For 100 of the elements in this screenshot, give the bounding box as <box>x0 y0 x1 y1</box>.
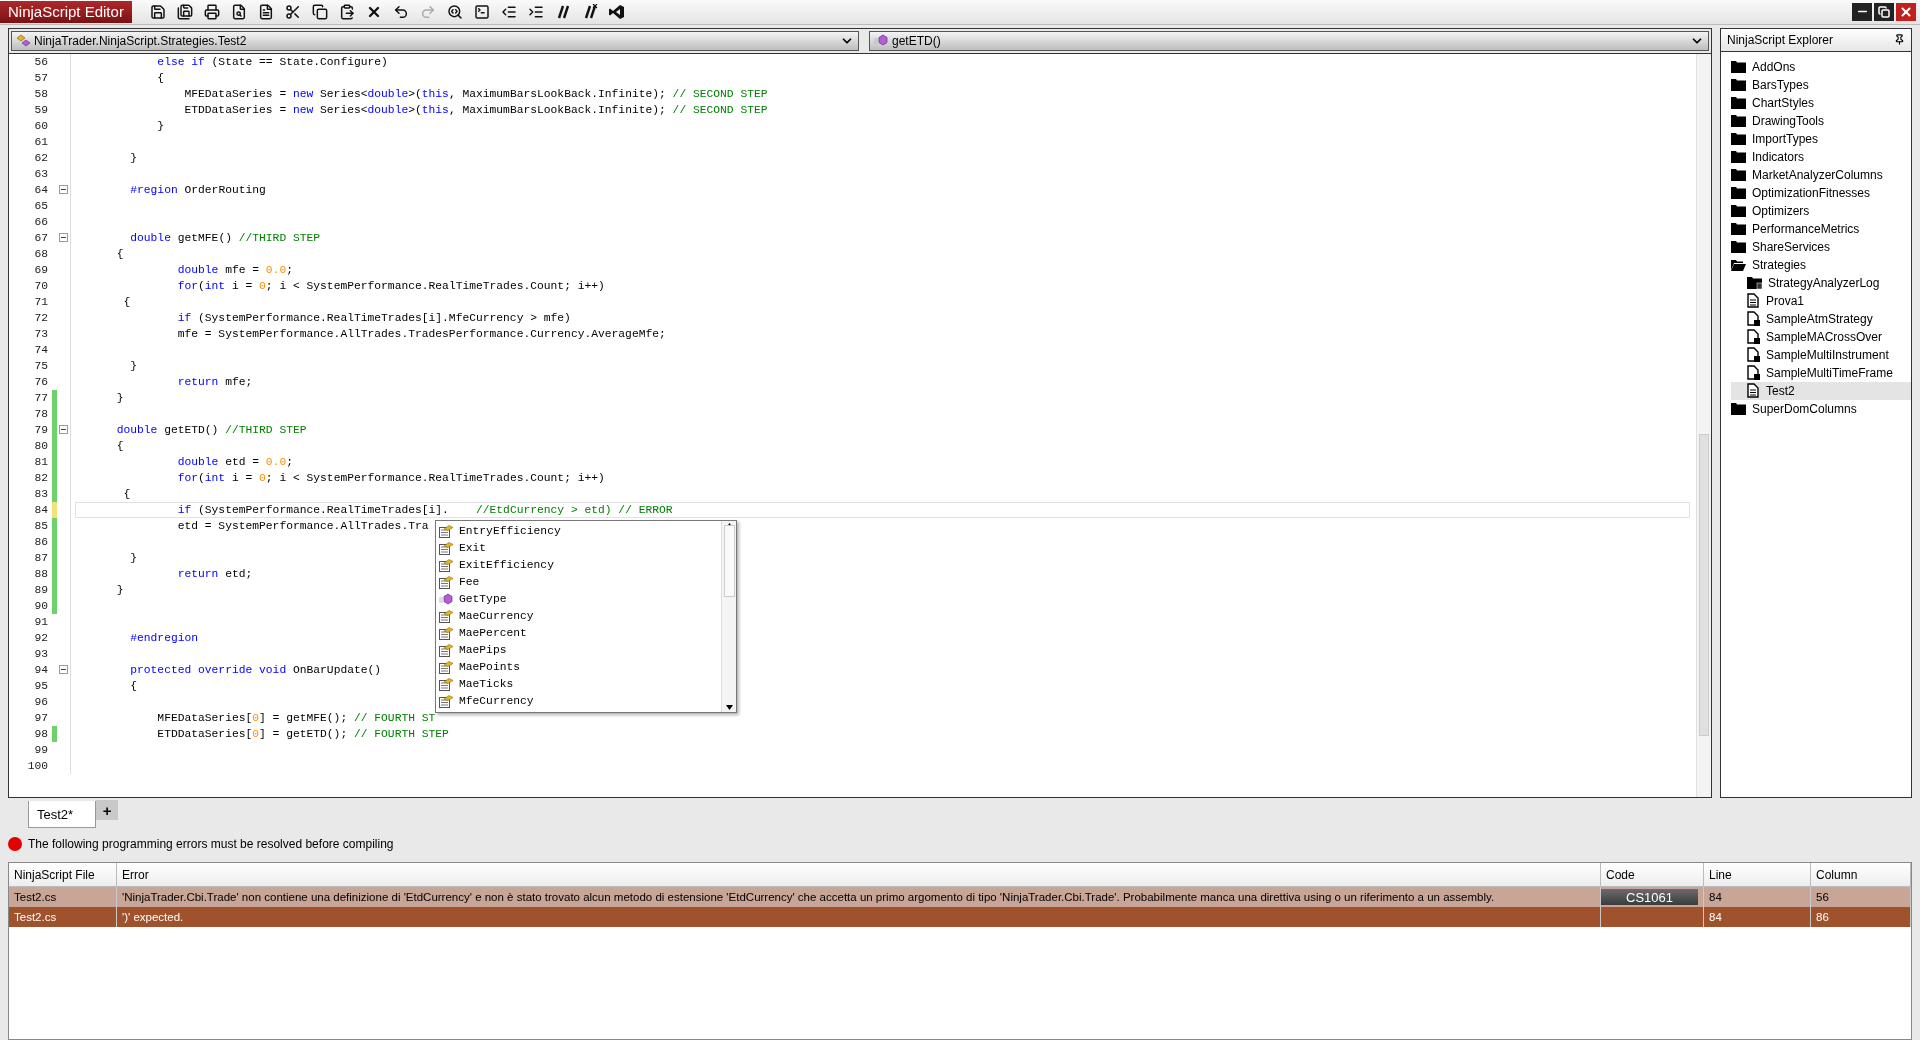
tree-item[interactable]: AddOns <box>1731 57 1911 76</box>
code-line: { <box>156 71 165 84</box>
save-icon <box>149 4 166 20</box>
code-line: else if (State == State.Configure) <box>156 55 388 68</box>
autocomplete-item[interactable]: Fee <box>436 573 721 591</box>
line-number: 86 <box>33 535 49 548</box>
property-icon <box>439 609 453 623</box>
line-number: 100 <box>26 759 49 772</box>
line-number: 58 <box>33 87 49 100</box>
tree-item[interactable]: ChartStyles <box>1731 93 1911 112</box>
code-line: double mfe = 0.0; <box>176 263 293 276</box>
autocomplete-item[interactable]: MaePips <box>436 641 721 659</box>
tree-item[interactable]: OptimizationFitnesses <box>1731 183 1911 202</box>
add-tab-button[interactable]: + <box>96 800 119 820</box>
outdent-icon <box>500 4 517 20</box>
tree-item[interactable]: SuperDomColumns <box>1731 399 1911 418</box>
scrollbar[interactable] <box>721 520 736 712</box>
property-icon <box>439 694 453 708</box>
code-line: { <box>115 247 124 260</box>
line-number: 69 <box>33 263 49 276</box>
undo-icon <box>392 4 409 20</box>
locked-document-icon <box>1747 329 1760 345</box>
tree-item[interactable]: MarketAnalyzerColumns <box>1731 165 1911 184</box>
minimize-button[interactable] <box>1852 3 1872 21</box>
folder-icon <box>1731 114 1746 127</box>
document-icon <box>1747 293 1760 309</box>
autocomplete-item[interactable]: MaePercent <box>436 624 721 642</box>
method-icon <box>874 34 888 48</box>
column-header[interactable]: Column <box>1811 863 1911 887</box>
property-icon <box>439 575 453 589</box>
line-number: 65 <box>33 199 49 212</box>
collapse-icon[interactable] <box>59 233 68 243</box>
autocomplete-item[interactable]: Exit <box>436 539 721 557</box>
collapse-icon[interactable] <box>59 425 68 435</box>
line-number: 77 <box>33 391 49 404</box>
table-cell: ')' expected. <box>117 907 1601 927</box>
code-line: #endregion <box>129 631 199 644</box>
scroll-down-icon[interactable] <box>725 704 733 710</box>
tree-item[interactable]: Strategies <box>1731 255 1911 274</box>
autocomplete-item[interactable]: MfeCurrency <box>436 692 721 710</box>
column-header[interactable]: NinjaScript File <box>9 863 117 887</box>
collapse-icon[interactable] <box>59 185 68 195</box>
tree-item[interactable]: SampleAtmStrategy <box>1731 309 1911 328</box>
code-line: #region OrderRouting <box>129 183 266 196</box>
line-number: 95 <box>33 679 49 692</box>
tree-item[interactable]: StrategyAnalyzerLog <box>1731 273 1911 292</box>
folder-icon <box>1731 186 1746 199</box>
line-number: 88 <box>33 567 49 580</box>
autocomplete-item[interactable]: EntryEfficiency <box>436 522 721 540</box>
tree-item[interactable]: SampleMultiInstrument <box>1731 345 1911 364</box>
tree-item[interactable]: Indicators <box>1731 147 1911 166</box>
column-header[interactable]: Line <box>1704 863 1811 887</box>
tree-item[interactable]: ImportTypes <box>1731 129 1911 148</box>
locked-document-icon <box>1747 311 1760 327</box>
member-dropdown[interactable]: getETD() <box>869 30 1709 51</box>
scrollbar[interactable] <box>1696 53 1711 797</box>
tree-item[interactable]: PerformanceMetrics <box>1731 219 1911 238</box>
error-code: CS1061 <box>1601 889 1698 905</box>
print-icon <box>203 4 220 20</box>
folder-icon <box>1731 240 1746 253</box>
close-icon <box>1899 5 1913 19</box>
line-number: 80 <box>33 439 49 452</box>
tree-item[interactable]: Prova1 <box>1731 291 1911 310</box>
line-number: 78 <box>33 407 49 420</box>
type-dropdown[interactable]: NinjaTrader.NinjaScript.Strategies.Test2 <box>11 30 859 51</box>
save-all-icon <box>176 4 193 20</box>
error-row[interactable] <box>9 887 1911 907</box>
tree-item[interactable]: Optimizers <box>1731 201 1911 220</box>
tree-item[interactable]: ShareServices <box>1731 237 1911 256</box>
tree-item[interactable]: Test2 <box>1731 381 1911 400</box>
line-number: 64 <box>33 183 49 196</box>
error-row[interactable]: Test2.cs ')' expected. 84 86 <box>9 907 1911 927</box>
pin-icon[interactable] <box>1894 34 1905 46</box>
close-button[interactable] <box>1896 3 1916 21</box>
locked-document-icon <box>1747 365 1760 381</box>
folder-icon <box>1731 168 1746 181</box>
property-icon <box>439 660 453 674</box>
paste-icon <box>338 4 355 20</box>
autocomplete-item[interactable]: MaeCurrency <box>436 607 721 625</box>
code-line: ETDDataSeries[0] = getETD(); // FOURTH STEP <box>156 727 449 740</box>
autocomplete-item[interactable]: MaePoints <box>436 658 721 676</box>
tree-item[interactable]: SampleMACrossOver <box>1731 327 1911 346</box>
collapse-icon[interactable] <box>59 665 68 675</box>
line-number: 82 <box>33 471 49 484</box>
tree-item[interactable]: BarsTypes <box>1731 75 1911 94</box>
file-tab[interactable]: Test2* <box>28 801 97 828</box>
line-number: 63 <box>33 167 49 180</box>
tree-item[interactable]: SampleMultiTimeFrame <box>1731 363 1911 382</box>
restore-button[interactable] <box>1874 3 1894 21</box>
line-number: 87 <box>33 551 49 564</box>
tree-item[interactable]: DrawingTools <box>1731 111 1911 130</box>
property-icon <box>439 643 453 657</box>
line-number: 75 <box>33 359 49 372</box>
autocomplete-item[interactable]: ExitEfficiency <box>436 556 721 574</box>
line-number: 96 <box>33 695 49 708</box>
autocomplete-item[interactable]: MaeTicks <box>436 675 721 693</box>
column-header[interactable]: Code <box>1601 863 1704 887</box>
code-line: { <box>122 295 131 308</box>
column-header[interactable]: Error <box>117 863 1601 887</box>
autocomplete-item[interactable]: GetType <box>436 590 721 608</box>
